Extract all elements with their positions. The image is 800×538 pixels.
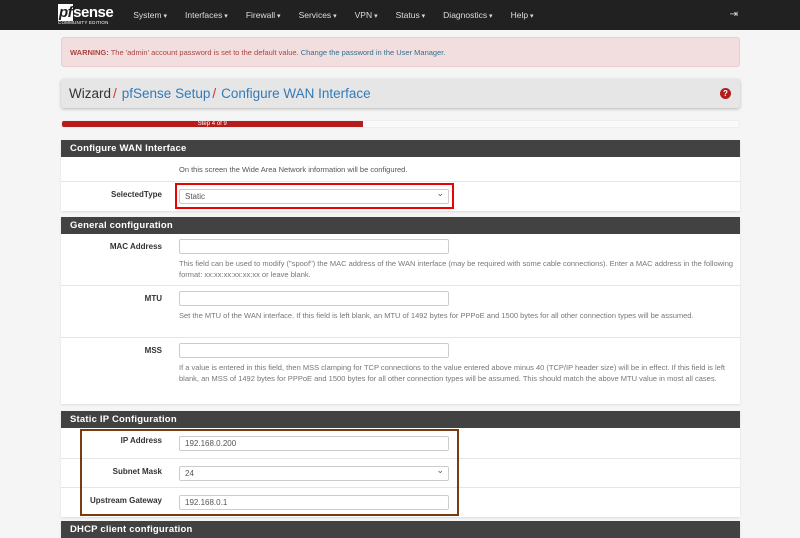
change-password-link[interactable]: Change the password in the User Manager. [301,48,446,57]
breadcrumb-separator: / [113,86,117,101]
question-circle-icon[interactable]: ? [720,88,731,99]
description-row: On this screen the Wide Area Network inf… [61,157,740,181]
menu-system[interactable]: System [133,10,167,20]
section-title: General configuration [61,217,740,234]
panel-dhcp-client: DHCP client configuration [61,521,740,538]
panel-general-configuration: General configuration MAC Address This f… [61,217,740,404]
menu-firewall[interactable]: Firewall [246,10,281,20]
selected-type-highlight [175,183,454,209]
menu-interfaces[interactable]: Interfaces [185,10,228,20]
breadcrumb-separator: / [212,86,216,101]
breadcrumb: Wizard/ pfSense Setup/ Configure WAN Int… [61,79,740,108]
mac-row: MAC Address This field can be used to mo… [61,234,740,285]
menu-services[interactable]: Services [299,10,337,20]
mtu-row: MTU Set the MTU of the WAN interface. If… [61,285,740,337]
mtu-help-text: Set the MTU of the WAN interface. If thi… [179,310,736,321]
section-title: Static IP Configuration [61,411,740,428]
mac-address-input[interactable] [179,239,449,254]
mss-help-text: If a value is entered in this field, the… [179,362,736,384]
mss-input[interactable] [179,343,449,358]
section-title: Configure WAN Interface [61,140,740,157]
wizard-progress-bar: Step 4 of 9 [61,120,740,128]
progress-fill: Step 4 of 9 [62,121,363,127]
logo-subtitle: COMMUNITY EDITION [58,21,113,26]
menu-help[interactable]: Help [511,10,534,20]
menu-vpn[interactable]: VPN [355,10,378,20]
pfsense-logo[interactable]: pfsense COMMUNITY EDITION [58,5,113,26]
mss-label: MSS [61,346,162,355]
mac-help-text: This field can be used to modify ("spoof… [179,258,736,280]
mtu-input[interactable] [179,291,449,306]
logo-prefix: pf [58,4,73,21]
breadcrumb-pfsense-setup[interactable]: pfSense Setup [122,86,211,101]
mac-label: MAC Address [61,242,162,251]
breadcrumb-wizard: Wizard [69,86,111,101]
selected-type-label: SelectedType [61,190,162,199]
sign-out-icon[interactable]: ⇥ [730,9,738,20]
menu-diagnostics[interactable]: Diagnostics [443,10,492,20]
warning-label: WARNING: [70,48,109,57]
logo-suffix: sense [73,4,113,21]
mtu-label: MTU [61,294,162,303]
menu-status[interactable]: Status [396,10,426,20]
breadcrumb-configure-wan[interactable]: Configure WAN Interface [221,86,371,101]
static-ip-highlight [80,429,459,516]
section-title: DHCP client configuration [61,521,740,538]
top-navbar: pfsense COMMUNITY EDITION System Interfa… [0,0,800,30]
section-description: On this screen the Wide Area Network inf… [179,165,407,174]
warning-text: The 'admin' account password is set to t… [109,48,301,57]
mss-row: MSS If a value is entered in this field,… [61,337,740,404]
warning-alert: WARNING: The 'admin' account password is… [61,37,740,67]
